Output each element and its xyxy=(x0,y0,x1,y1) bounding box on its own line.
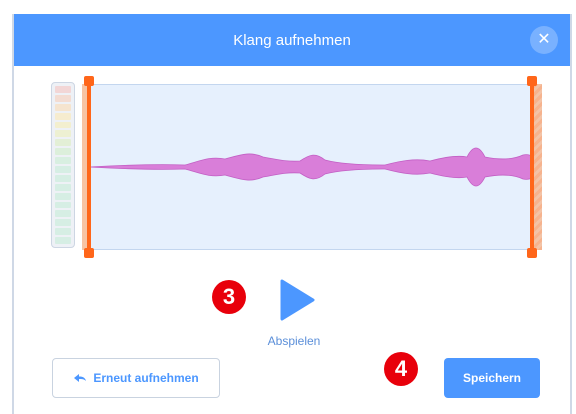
meter-segment xyxy=(55,166,71,173)
play-button[interactable] xyxy=(278,278,316,322)
waveform-editor xyxy=(82,74,542,260)
trim-right-bottom-grip[interactable] xyxy=(527,248,537,258)
meter-segment xyxy=(55,103,71,111)
waveform-shape xyxy=(88,147,542,187)
trim-handle-left[interactable] xyxy=(87,84,91,250)
close-icon: ✕ xyxy=(537,31,551,48)
step-badge-3: 3 xyxy=(212,280,246,314)
rerecord-label: Erneut aufnehmen xyxy=(93,371,199,385)
meter-segment xyxy=(55,121,71,129)
meter-segment xyxy=(55,86,71,93)
trim-handle-right[interactable] xyxy=(530,84,534,250)
rerecord-button[interactable]: Erneut aufnehmen xyxy=(52,358,220,398)
close-button[interactable]: ✕ xyxy=(530,26,558,54)
play-icon xyxy=(280,279,315,321)
meter-segment xyxy=(55,219,71,227)
meter-segment xyxy=(55,201,71,209)
waveform-area[interactable] xyxy=(84,84,542,250)
meter-segment xyxy=(55,183,71,191)
play-label: Abspielen xyxy=(267,334,321,348)
step-badge-4: 4 xyxy=(384,352,418,386)
back-arrow-icon xyxy=(74,374,87,382)
save-button[interactable]: Speichern xyxy=(444,358,540,398)
meter-segment xyxy=(55,148,71,156)
meter-segment xyxy=(55,192,71,200)
level-meter xyxy=(51,82,75,248)
meter-segment xyxy=(55,94,71,102)
trim-left-bottom-grip[interactable] xyxy=(84,248,94,258)
meter-segment xyxy=(55,139,71,147)
trim-left-top-grip[interactable] xyxy=(84,76,94,86)
meter-segment xyxy=(55,210,71,218)
waveform-graphic xyxy=(88,147,542,187)
save-label: Speichern xyxy=(462,371,522,385)
record-sound-dialog: Klang aufnehmen ✕ 3 Abspielen Erneut auf… xyxy=(12,14,572,414)
meter-segment xyxy=(55,174,71,182)
meter-segment xyxy=(55,130,71,138)
meter-segment xyxy=(55,228,71,236)
meter-segment xyxy=(55,112,71,120)
meter-segment xyxy=(55,157,71,165)
dialog-title: Klang aufnehmen xyxy=(233,31,351,49)
dialog-titlebar: Klang aufnehmen ✕ xyxy=(14,14,570,66)
meter-segment xyxy=(55,237,71,245)
trim-right-top-grip[interactable] xyxy=(527,76,537,86)
trim-right-shade xyxy=(534,84,542,250)
